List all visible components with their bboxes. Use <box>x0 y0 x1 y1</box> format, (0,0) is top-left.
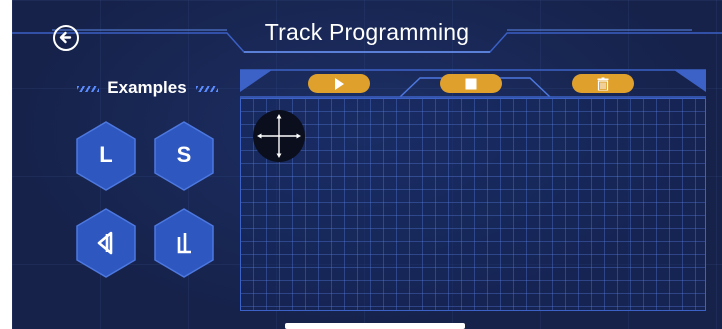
examples-heading: Examples <box>72 78 218 100</box>
example-l-button[interactable]: L <box>74 120 138 192</box>
toolbar <box>240 70 706 98</box>
right-angle-track-icon <box>177 233 191 254</box>
move-handle[interactable] <box>253 110 305 162</box>
example-label: S <box>176 142 192 167</box>
delete-button[interactable] <box>572 74 634 93</box>
page-title: Track Programming <box>264 19 470 45</box>
stop-icon <box>465 78 477 89</box>
example-label: L <box>99 142 113 167</box>
example-left-turn-button[interactable] <box>74 207 138 279</box>
decorative-stripes <box>77 86 99 92</box>
example-right-angle-button[interactable] <box>152 207 216 279</box>
play-button[interactable] <box>308 74 370 93</box>
play-icon <box>335 77 344 90</box>
examples-label: Examples <box>107 78 187 97</box>
home-indicator[interactable] <box>285 323 465 329</box>
example-s-button[interactable]: S <box>152 120 216 192</box>
trash-icon <box>597 77 609 90</box>
track-programming-grid[interactable] <box>240 98 706 311</box>
move-arrows-icon <box>257 114 301 158</box>
app-screen: Track Programming Examples L S <box>12 0 722 329</box>
stop-button[interactable] <box>440 74 502 93</box>
decorative-stripes <box>196 86 218 92</box>
left-turn-track-icon <box>97 231 113 255</box>
